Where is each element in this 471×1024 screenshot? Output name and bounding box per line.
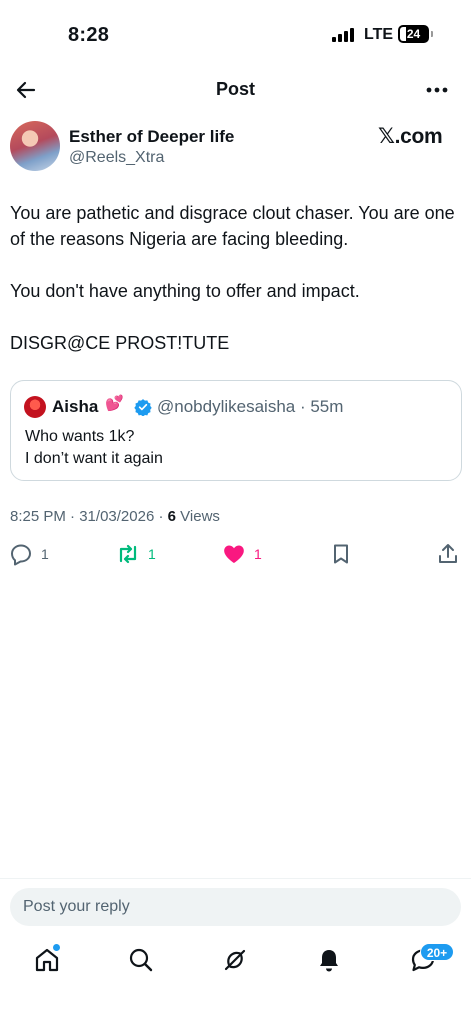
share-icon: [439, 544, 457, 563]
like-button[interactable]: 1: [222, 540, 262, 568]
post-paragraph: You are pathetic and disgrace clout chas…: [10, 203, 455, 249]
repost-icon: [119, 544, 137, 564]
status-time: 8:28: [68, 24, 110, 46]
quote-line: Who wants 1k?: [25, 428, 135, 445]
more-horizontal-icon: [426, 87, 448, 93]
repost-button[interactable]: 1: [116, 540, 156, 568]
battery-icon: 24: [398, 25, 429, 43]
battery-tip: [431, 31, 433, 37]
grok-icon: [224, 949, 246, 971]
post-meta: 8:25 PM · 31/03/2026 · 6 Views: [10, 508, 220, 525]
reply-placeholder: Post your reply: [23, 898, 130, 915]
post-paragraph: You don't have anything to offer and imp…: [10, 281, 360, 301]
heart-emoji: 💕: [105, 395, 124, 412]
messages-badge: 20+: [420, 943, 454, 961]
battery-level: 24: [406, 27, 421, 41]
quote-author-name: Aisha: [52, 397, 99, 416]
views-count: 6: [167, 508, 176, 525]
page-title: Post: [215, 79, 255, 99]
home-notification-dot: [53, 944, 60, 951]
bookmark-button[interactable]: [329, 540, 353, 568]
views-label: Views: [180, 508, 220, 525]
separator-dot: ·: [65, 508, 80, 525]
quoted-post[interactable]: Aisha 💕 @nobdylikesaisha · 55m Who wants…: [10, 380, 462, 481]
reply-icon: [11, 544, 31, 566]
tab-notifications[interactable]: [315, 946, 343, 974]
share-button[interactable]: [436, 540, 460, 568]
separator-dot: ·: [154, 508, 168, 525]
action-bar: 1 1 1: [0, 540, 471, 570]
network-label: LTE: [364, 26, 394, 43]
quote-handle: @nobdylikesaisha: [157, 397, 296, 416]
divider: [0, 878, 471, 879]
search-icon: [129, 948, 153, 972]
quote-age: 55m: [310, 397, 344, 416]
reply-count: 1: [41, 546, 49, 562]
tab-grok[interactable]: [221, 946, 249, 974]
post-time: 8:25 PM: [10, 508, 66, 525]
author-name[interactable]: Esther of Deeper life: [69, 127, 234, 147]
quote-handle-line: @nobdylikesaisha · 55m: [157, 397, 343, 417]
brand-watermark: 𝕏.com: [378, 125, 443, 148]
quote-avatar: [24, 396, 46, 418]
post-author: Esther of Deeper life @Reels_Xtra 𝕏.com: [10, 120, 460, 176]
tab-search[interactable]: [127, 946, 155, 974]
post-body: You are pathetic and disgrace clout chas…: [10, 200, 460, 382]
status-bar: 8:28 LTE 24: [0, 0, 471, 64]
top-nav: Post: [0, 70, 471, 110]
reply-button[interactable]: 1: [9, 540, 49, 568]
signal-icon: [332, 28, 354, 42]
reply-input[interactable]: Post your reply: [10, 888, 461, 926]
avatar[interactable]: [10, 121, 60, 171]
bell-icon: [320, 950, 338, 972]
post-date: 31/03/2026: [79, 508, 155, 525]
bookmark-icon: [334, 544, 348, 564]
more-button[interactable]: [424, 78, 450, 102]
repost-count: 1: [148, 546, 156, 562]
separator-dot: ·: [295, 397, 311, 416]
heart-filled-icon: [224, 545, 244, 563]
quote-text: Who wants 1k? I don’t want it again: [25, 426, 163, 470]
bottom-tab-bar: 20+: [0, 940, 471, 984]
verified-badge-icon: [134, 399, 152, 416]
author-handle[interactable]: @Reels_Xtra: [69, 149, 164, 167]
like-count: 1: [254, 546, 262, 562]
post-paragraph: DISGR@CE PROST!TUTE: [10, 333, 230, 353]
quote-line: I don’t want it again: [25, 450, 163, 467]
